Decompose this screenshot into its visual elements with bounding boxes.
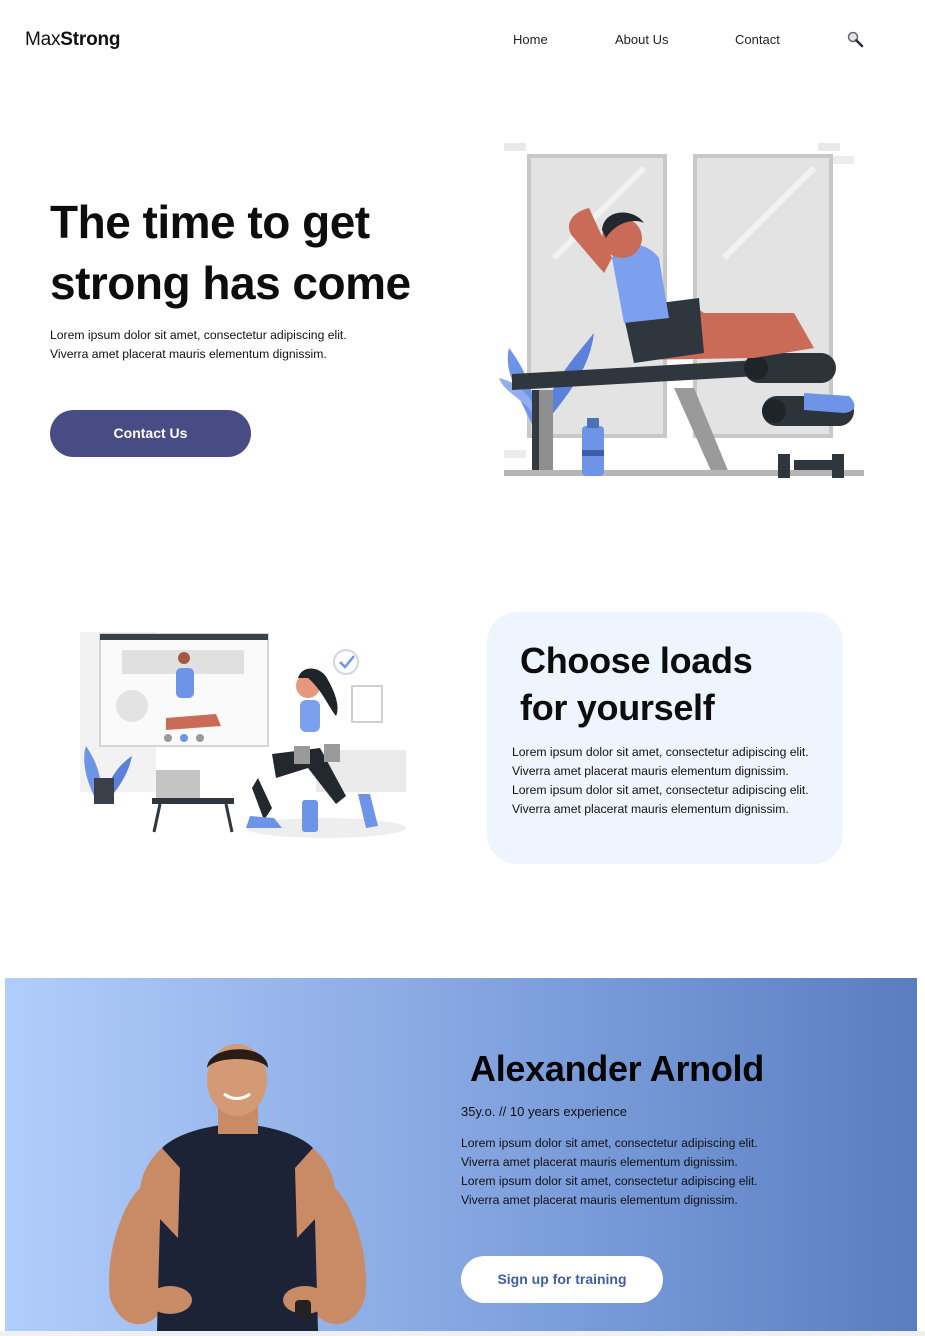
workout-bench-illustration <box>494 138 864 483</box>
hero-title-line1: The time to get <box>50 196 370 248</box>
trainer-section: Alexander Arnold 35y.o. // 10 years expe… <box>5 978 917 1331</box>
card-title: Choose loads for yourself <box>520 637 753 731</box>
hero-title-line2: strong has come <box>50 253 411 314</box>
contact-us-button[interactable]: Contact Us <box>50 410 251 457</box>
hero-description: Lorem ipsum dolor sit amet, consectetur … <box>50 328 347 361</box>
choose-loads-card: Choose loads for yourself Lorem ipsum do… <box>487 612 843 864</box>
hero-title: The time to get strong has come <box>50 192 411 314</box>
site-header: MaxStrong Home About Us Contact <box>0 0 925 80</box>
trainer-meta: 35y.o. // 10 years experience <box>461 1104 627 1119</box>
trainer-description: Lorem ipsum dolor sit amet, consectetur … <box>461 1136 758 1207</box>
trainer-photo <box>100 1038 375 1331</box>
hero-title-bold: strong <box>50 257 191 309</box>
hero-title-rest: has come <box>190 257 411 309</box>
logo[interactable]: MaxStrong <box>25 29 121 51</box>
nav-contact[interactable]: Contact <box>735 32 780 47</box>
logo-light-text: Max <box>25 29 61 50</box>
card-title-line1: Choose loads <box>520 640 753 681</box>
online-training-illustration <box>76 628 412 842</box>
card-description: Lorem ipsum dolor sit amet, consectetur … <box>512 745 809 816</box>
sign-up-training-button[interactable]: Sign up for training <box>461 1256 663 1303</box>
bottom-strip <box>0 1331 925 1336</box>
nav-about-us[interactable]: About Us <box>615 32 668 47</box>
nav-home[interactable]: Home <box>513 32 548 47</box>
trainer-name: Alexander Arnold <box>470 1048 764 1089</box>
logo-bold-text: Strong <box>60 29 121 50</box>
card-title-line2: for yourself <box>520 687 715 728</box>
search-icon[interactable] <box>846 30 866 50</box>
